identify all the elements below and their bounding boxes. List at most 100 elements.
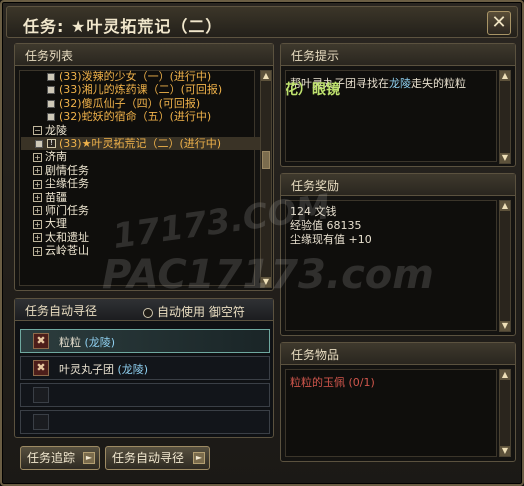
expand-icon[interactable]: + [33,152,42,162]
task-item[interactable]: (32)蛇妖的宿命（五）(进行中) [21,110,267,123]
task-list: (33)泼辣的少女（一）(进行中) (33)湘儿的炼药课（二）(可回报) (32)傻… [21,70,267,308]
task-label: 济南 [45,150,67,164]
quest-item[interactable]: 粒粒的玉佩 (0/1) [290,374,375,390]
reward-header: 任务奖励 [281,174,515,196]
hint-text-post: 走失的粒粒 [411,77,466,90]
track-checkbox[interactable] [47,73,55,81]
expand-icon[interactable]: + [33,193,42,203]
task-label: 师门任务 [45,203,89,217]
scroll-up-arrow-icon[interactable]: ▲ [261,71,271,81]
collapse-icon[interactable]: − [33,126,42,136]
task-list-panel: 任务列表 (33)泼辣的少女（一）(进行中) (33)湘儿的炼药课（二）(可回报)… [14,43,274,291]
task-label: 龙陵 [45,123,67,137]
track-checkbox[interactable] [47,113,55,122]
task-category[interactable]: + 济南 [21,150,267,163]
track-checkbox[interactable] [35,139,43,148]
expand-icon[interactable]: + [33,246,42,256]
task-item[interactable]: (32)傻瓜仙子（四）(可回报) [21,97,267,110]
items-header: 任务物品 [281,343,515,365]
auto-use-toggle[interactable]: 自动使用 御空符 [143,303,245,320]
task-item[interactable]: ! (33)★叶灵拓荒记（二）(进行中) [21,136,267,151]
track-quest-button[interactable]: 任务追踪 ► [20,446,100,470]
task-item[interactable]: (33)湘儿的炼药课（二）(可回报) [21,83,267,96]
reward-money: 124 文钱 [290,205,337,218]
auto-path-header-bar: 任务自动寻径 自动使用 御空符 [15,299,273,321]
arrow-icon: ► [193,452,205,464]
entry-name: 叶灵丸子团 [59,363,114,376]
auto-path-entry[interactable]: ✖ 粒粒 (龙陵) [20,329,270,353]
scroll-up-arrow-icon[interactable]: ▲ [500,71,510,81]
close-button[interactable]: ✕ [487,11,511,35]
task-label: 大理 [45,217,67,231]
info-icon: ! [47,139,56,149]
expand-icon[interactable]: + [33,179,42,189]
auto-path-empty-slot [20,410,270,434]
crossed-swords-icon: ✖ [33,333,49,349]
expand-icon[interactable]: + [33,233,42,243]
hint-panel: 任务提示 帮叶灵丸子团寻找在龙陵走失的粒粒 御灵（犬花花）眼镜 ▲ ▼ [280,43,516,167]
crossed-swords-icon: ✖ [33,360,49,376]
items-panel: 任务物品 粒粒的玉佩 (0/1) ▲ ▼ [280,342,516,462]
scroll-down-arrow-icon[interactable]: ▼ [500,153,510,163]
task-label: 太和遗址 [45,230,89,244]
task-item[interactable]: (33)泼辣的少女（一）(进行中) [21,70,267,83]
task-category[interactable]: + 尘缘任务 [21,177,267,190]
items-body: 粒粒的玉佩 (0/1) [285,369,497,457]
task-label: (33)★叶灵拓荒记（二）(进行中) [59,136,222,150]
task-label: (32)傻瓜仙子（四）(可回报) [59,96,201,110]
auto-path-label: 任务自动寻径 [112,451,185,465]
expand-icon[interactable]: + [33,166,42,176]
hint-header: 任务提示 [281,44,515,66]
hint-location[interactable]: 龙陵 [389,77,411,90]
task-label: (32)蛇妖的宿命（五）(进行中) [59,110,212,124]
task-label: (33)泼辣的少女（一）(进行中) [59,70,212,83]
scroll-down-arrow-icon[interactable]: ▼ [500,321,510,331]
scroll-thumb[interactable] [262,151,270,169]
track-checkbox[interactable] [47,86,55,95]
expand-icon[interactable]: + [33,206,42,216]
items-scrollbar[interactable]: ▲ ▼ [499,369,511,457]
quest-window: 任务: ★叶灵拓荒记（二） ✕ 任务列表 (33)泼辣的少女（一）(进行中) (3… [0,0,524,486]
entry-location[interactable]: (龙陵) [118,363,149,376]
hint-body: 帮叶灵丸子团寻找在龙陵走失的粒粒 御灵（犬花花）眼镜 [285,70,497,162]
task-category[interactable]: + 云岭苍山 [21,244,267,257]
reward-exp: 经验值 68135 [290,219,362,232]
auto-use-checkbox[interactable] [143,307,153,318]
task-label: 苗疆 [45,190,67,204]
reward-chenyuan: 尘缘现有值 +10 [290,233,372,246]
scroll-up-arrow-icon[interactable]: ▲ [500,370,510,380]
task-category[interactable]: + 太和遗址 [21,231,267,244]
entry-name: 粒粒 [59,336,81,349]
auto-path-empty-slot [20,383,270,407]
task-label: 云岭苍山 [45,244,89,258]
scroll-up-arrow-icon[interactable]: ▲ [500,201,510,211]
task-list-scrollbar[interactable]: ▲ ▼ [260,70,272,288]
scroll-down-arrow-icon[interactable]: ▼ [261,277,271,287]
task-category[interactable]: + 大理 [21,217,267,230]
hint-scrollbar[interactable]: ▲ ▼ [499,70,511,164]
arrow-icon: ► [83,452,95,464]
window-title: 任务: ★叶灵拓荒记（二） [23,17,223,36]
entry-location[interactable]: (龙陵) [85,336,116,349]
task-category[interactable]: − 龙陵 [21,124,267,137]
auto-use-label: 自动使用 御空符 [157,305,245,319]
task-label: 尘缘任务 [45,177,89,191]
expand-icon[interactable]: + [33,219,42,229]
auto-path-button[interactable]: 任务自动寻径 ► [105,446,210,470]
task-category[interactable]: + 师门任务 [21,204,267,217]
hint-overlay-text: 御灵（犬花花）眼镜 [285,82,340,98]
task-list-header: 任务列表 [15,44,273,66]
task-label: 剧情任务 [45,163,89,177]
auto-path-entry[interactable]: ✖ 叶灵丸子团 (龙陵) [20,356,270,380]
task-category[interactable]: + 苗疆 [21,191,267,204]
auto-path-entry-text: 粒粒 (龙陵) [59,334,115,350]
task-category[interactable]: + 剧情任务 [21,164,267,177]
track-checkbox[interactable] [47,99,55,108]
reward-panel: 任务奖励 124 文钱 经验值 68135 尘缘现有值 +10 ▲ ▼ [280,173,516,336]
empty-slot-icon [33,414,49,430]
title-bar: 任务: ★叶灵拓荒记（二） ✕ [6,6,518,38]
reward-scrollbar[interactable]: ▲ ▼ [499,200,511,332]
empty-slot-icon [33,387,49,403]
scroll-down-arrow-icon[interactable]: ▼ [500,446,510,456]
reward-body: 124 文钱 经验值 68135 尘缘现有值 +10 [285,200,497,331]
